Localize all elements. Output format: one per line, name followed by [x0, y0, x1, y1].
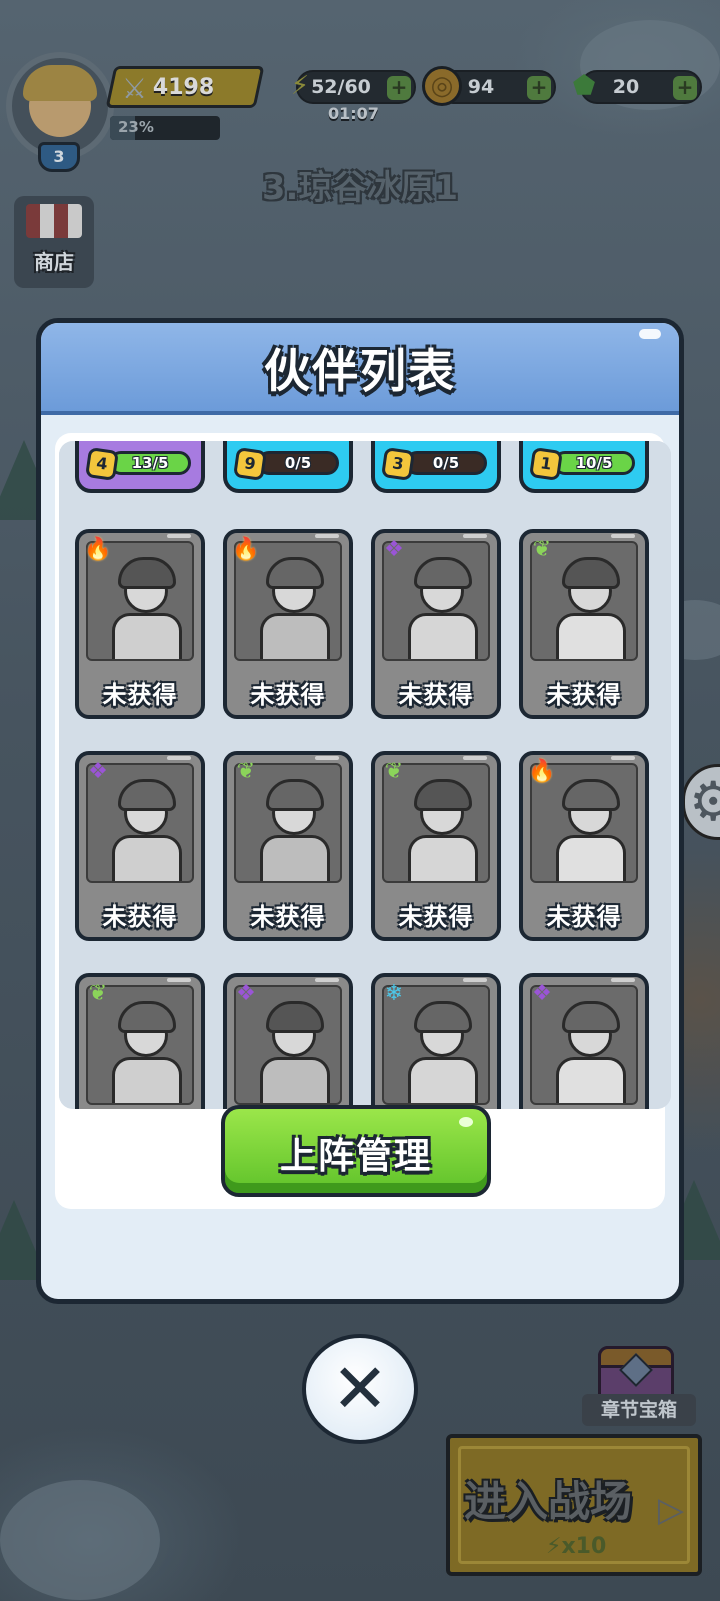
- battle-energy-cost: ⚡x10: [546, 1534, 606, 1559]
- partner-card[interactable]: ❦ 未获得: [519, 529, 649, 719]
- enter-battle-button[interactable]: 进入战场 ▷ ⚡x10: [446, 1434, 702, 1576]
- dark-icon: ❖: [532, 981, 552, 1006]
- shop-label: 商店: [34, 250, 74, 274]
- panel-title: 伙伴列表: [264, 344, 456, 398]
- wind-icon: ❦: [236, 759, 256, 784]
- fragment-progress: 0/5: [432, 454, 460, 472]
- fire-icon: 🔥: [528, 759, 556, 784]
- shop-icon: [26, 204, 82, 238]
- dark-icon: ❖: [88, 759, 108, 784]
- partner-card[interactable]: ❖: [519, 973, 649, 1109]
- dark-icon: ❖: [236, 981, 256, 1006]
- partner-status: 未获得: [102, 681, 178, 709]
- energy-timer: 01:07: [328, 104, 379, 123]
- fire-icon: 🔥: [84, 537, 112, 562]
- partner-status: 未获得: [102, 903, 178, 931]
- snow-mound: [0, 1480, 160, 1600]
- partner-card[interactable]: ❦: [75, 973, 205, 1109]
- fragment-card[interactable]: 13/5 4: [75, 441, 205, 493]
- partner-card[interactable]: ❖ 未获得: [371, 529, 501, 719]
- add-energy-button[interactable]: +: [387, 76, 411, 100]
- enter-battle-label: 进入战场: [464, 1477, 633, 1526]
- wind-icon: ❦: [384, 759, 404, 784]
- partner-card[interactable]: ❦ 未获得: [371, 751, 501, 941]
- fragment-progress: 10/5: [575, 454, 613, 472]
- partner-scroll-list[interactable]: 13/5 4 0/5 9 0/5 3 10/5 1 🔥 未获得 🔥 未获得 ❖ 未获得 ❦ 未获得 ❖ 未获得 ❦…: [59, 441, 671, 1109]
- partner-status: 未获得: [546, 903, 622, 931]
- partner-status: 未获得: [250, 681, 326, 709]
- shop-button[interactable]: 商店: [14, 196, 94, 288]
- crossed-swords-icon: ⚔: [122, 72, 148, 105]
- fragment-card[interactable]: 0/5 9: [223, 441, 353, 493]
- fragment-progress: 0/5: [284, 454, 312, 472]
- coin-icon: ◎: [422, 66, 462, 106]
- lineup-management-button[interactable]: 上阵管理: [221, 1105, 491, 1197]
- avatar-face: [23, 65, 97, 137]
- ice-icon: ❄: [384, 981, 404, 1006]
- fragment-progress-bar: 0/5: [257, 451, 339, 475]
- close-button[interactable]: ✕: [302, 1334, 418, 1444]
- chapter-chest-label: 章节宝箱: [582, 1394, 696, 1426]
- add-coins-button[interactable]: +: [527, 76, 551, 100]
- fragment-level: 3: [381, 447, 415, 481]
- stage-title: 3.琼谷冰原1: [261, 168, 459, 208]
- fragment-progress: 13/5: [131, 454, 169, 472]
- partner-status: 未获得: [398, 681, 474, 709]
- lightning-icon: ⚡: [546, 1534, 562, 1559]
- partner-status: 未获得: [398, 903, 474, 931]
- fragment-progress-bar: 0/5: [405, 451, 487, 475]
- partner-card[interactable]: 🔥 未获得: [223, 529, 353, 719]
- partner-status: 未获得: [250, 903, 326, 931]
- panel-header: 伙伴列表: [41, 323, 679, 415]
- fragment-level: 4: [85, 447, 119, 481]
- play-arrow-icon: ▷: [657, 1490, 684, 1530]
- battle-cost-value: x10: [561, 1534, 607, 1559]
- fire-icon: 🔥: [232, 537, 260, 562]
- power-value: 4198: [153, 74, 215, 100]
- partner-card[interactable]: ❦ 未获得: [223, 751, 353, 941]
- gem-icon: ⬟: [572, 71, 596, 101]
- add-gems-button[interactable]: +: [673, 76, 697, 100]
- fragment-card[interactable]: 0/5 3: [371, 441, 501, 493]
- fragment-progress-bar: 10/5: [553, 451, 635, 475]
- fragment-level: 9: [233, 447, 267, 481]
- fragment-level: 1: [529, 447, 563, 481]
- lineup-management-label: 上阵管理: [279, 1136, 432, 1177]
- exp-percent: 23%: [118, 118, 154, 136]
- partner-card[interactable]: ❖: [223, 973, 353, 1109]
- partner-status: 未获得: [546, 681, 622, 709]
- partner-list-panel: 伙伴列表 13/5 4 0/5 9 0/5 3 10/5 1 🔥 未获得 🔥 未获得 ❖ 未获得 ❦ 未获得…: [36, 318, 684, 1304]
- wind-icon: ❦: [532, 537, 552, 562]
- fragment-progress-bar: 13/5: [109, 451, 191, 475]
- partner-card[interactable]: ❄: [371, 973, 501, 1109]
- partner-card[interactable]: ❖ 未获得: [75, 751, 205, 941]
- wind-icon: ❦: [88, 981, 108, 1006]
- close-icon: ✕: [331, 1350, 389, 1429]
- dark-icon: ❖: [384, 537, 404, 562]
- fragment-card[interactable]: 10/5 1: [519, 441, 649, 493]
- partner-card[interactable]: 🔥 未获得: [519, 751, 649, 941]
- energy-value: 52/60: [311, 76, 371, 98]
- partner-card[interactable]: 🔥 未获得: [75, 529, 205, 719]
